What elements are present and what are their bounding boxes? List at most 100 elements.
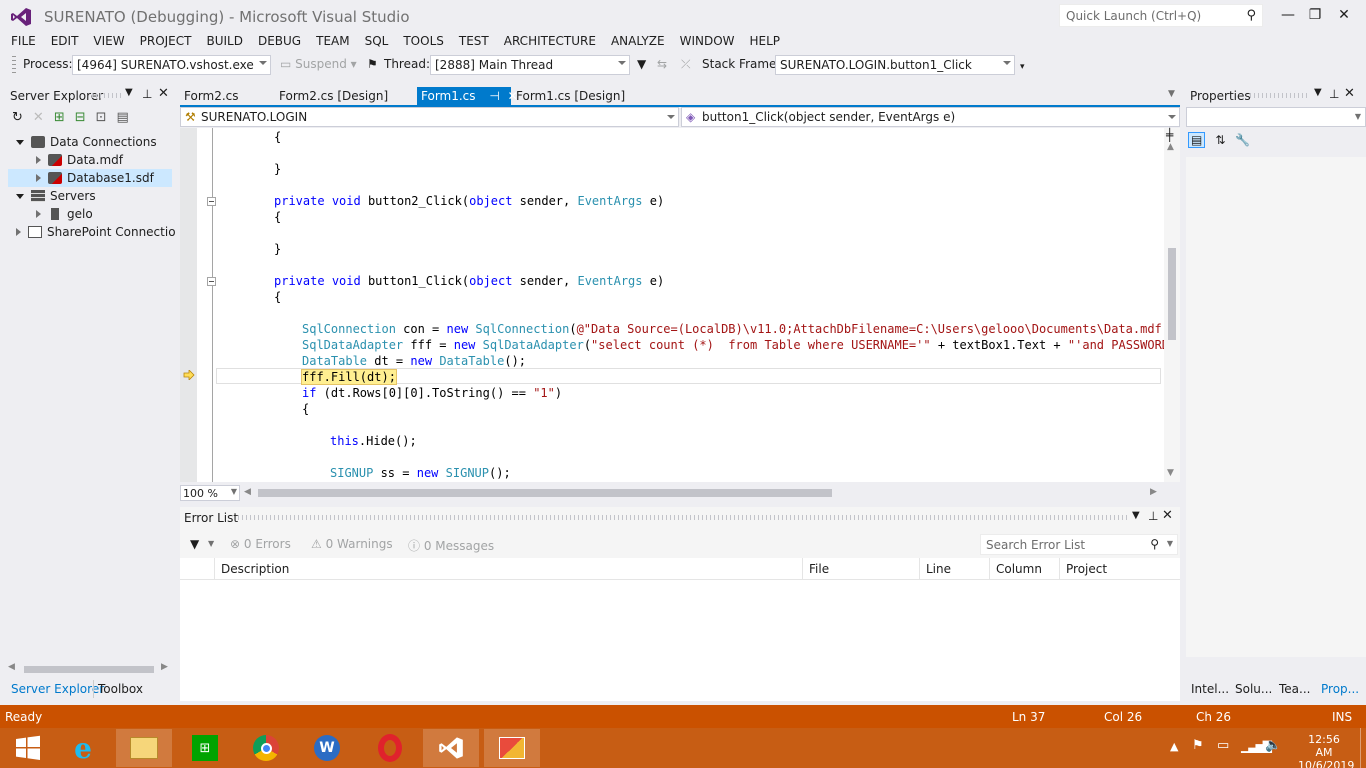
code-line[interactable]: } (274, 242, 281, 256)
close-icon[interactable]: ✕ (158, 86, 169, 101)
close-icon[interactable]: ✕ (1162, 508, 1173, 523)
scroll-thumb[interactable] (1168, 248, 1176, 340)
menu-help[interactable]: HELP (750, 34, 781, 48)
menu-view[interactable]: VIEW (93, 34, 124, 48)
code-line[interactable]: private void button1_Click(object sender… (274, 274, 664, 288)
code-line[interactable]: SqlDataAdapter fff = new SqlDataAdapter(… (302, 338, 1165, 352)
properties-object-combo[interactable]: ▼ (1186, 107, 1366, 127)
scroll-right-icon[interactable]: ▶ (1150, 487, 1157, 497)
stack-frame-combo[interactable]: SURENATO.LOGIN.button1_Click (775, 55, 1015, 75)
menu-debug[interactable]: DEBUG (258, 34, 301, 48)
tab-form1-cs[interactable]: Form1.cs ⊣ ✕ (417, 87, 518, 105)
scroll-thumb[interactable] (24, 666, 154, 673)
tab-solution-explorer[interactable]: Solu... (1235, 682, 1272, 696)
tab-toolbox[interactable]: Toolbox (98, 682, 143, 696)
file-explorer-taskbar-icon[interactable] (116, 729, 172, 767)
menu-test[interactable]: TEST (459, 34, 489, 48)
scroll-up-icon[interactable]: ▲ (1167, 142, 1174, 152)
code-line[interactable]: { (302, 402, 309, 416)
menu-sql[interactable]: SQL (365, 34, 389, 48)
property-pages-icon[interactable]: 🔧 (1235, 133, 1250, 147)
menu-team[interactable]: TEAM (316, 34, 349, 48)
menu-analyze[interactable]: ANALYZE (611, 34, 665, 48)
scroll-left-icon[interactable]: ◀ (8, 662, 15, 672)
column-project[interactable]: Project (1059, 558, 1180, 580)
network-screen-icon[interactable]: ▭ (1217, 738, 1229, 753)
show-hidden-icons[interactable]: ▲ (1170, 740, 1178, 753)
show-desktop-button[interactable] (1360, 728, 1366, 768)
start-button[interactable] (0, 729, 56, 767)
tree-item-sharepoint[interactable]: SharePoint Connectio (16, 223, 176, 241)
search-error-list-input[interactable]: Search Error List ⚲ ▼ (980, 534, 1178, 555)
column-line[interactable]: Line (919, 558, 989, 580)
categorized-icon[interactable]: ▤ (1188, 132, 1206, 148)
collapse-region-icon[interactable] (207, 277, 216, 286)
chrome-taskbar-icon[interactable] (238, 729, 294, 767)
code-line[interactable]: { (274, 290, 281, 304)
refresh-icon[interactable]: ↻ (12, 110, 23, 125)
visual-studio-taskbar-icon[interactable] (423, 729, 479, 767)
code-line[interactable]: { (274, 130, 281, 144)
tab-form2-design[interactable]: Form2.cs [Design] (275, 87, 392, 105)
properties-icon[interactable]: ▤ (117, 110, 129, 125)
internet-explorer-taskbar-icon[interactable]: e (55, 729, 111, 767)
thread-combo[interactable]: [2888] Main Thread (430, 55, 630, 75)
scroll-left-icon[interactable]: ◀ (244, 487, 251, 497)
pin-icon[interactable]: ⊥ (1329, 87, 1339, 101)
alphabetical-icon[interactable]: ⇅ (1215, 133, 1225, 147)
panel-dropdown-icon[interactable]: ▼ (1132, 510, 1140, 521)
quick-launch-input[interactable]: Quick Launch (Ctrl+Q) ⚲ (1059, 4, 1263, 27)
code-line[interactable]: } (274, 162, 281, 176)
menu-window[interactable]: WINDOW (680, 34, 735, 48)
tab-team-explorer[interactable]: Tea... (1279, 682, 1310, 696)
toolbar-overflow-icon[interactable]: ▾ (1020, 62, 1025, 72)
current-code-line[interactable]: fff.Fill(dt); (301, 369, 397, 385)
tree-item-database1-sdf[interactable]: Database1.sdf (36, 169, 154, 187)
tree-item-data-mdf[interactable]: Data.mdf (36, 151, 123, 169)
menu-project[interactable]: PROJECT (140, 34, 192, 48)
menu-edit[interactable]: EDIT (51, 34, 79, 48)
class-navigation-combo[interactable]: ⚒ SURENATO.LOGIN (180, 107, 679, 127)
opera-taskbar-icon[interactable] (362, 729, 418, 767)
code-line[interactable]: SIGNUP ss = new SIGNUP(); (330, 466, 511, 480)
tab-overflow-icon[interactable]: ▼ (1168, 89, 1175, 99)
messages-filter-button[interactable]: ⓘ 0 Messages (408, 537, 494, 554)
thread-flag-icon[interactable]: ⚑ (367, 57, 378, 71)
sharepoint-connect-icon[interactable]: ⊡ (96, 110, 107, 125)
close-window-button[interactable]: ✕ (1331, 4, 1357, 26)
code-line[interactable]: DataTable dt = new DataTable(); (302, 354, 526, 368)
code-line[interactable]: SqlConnection con = new SqlConnection(@"… (302, 322, 1165, 336)
member-navigation-combo[interactable]: ◈ button1_Click(object sender, EventArgs… (681, 107, 1180, 127)
code-line[interactable]: { (274, 210, 281, 224)
scroll-right-icon[interactable]: ▶ (161, 662, 168, 672)
store-taskbar-icon[interactable]: ⊞ (177, 729, 233, 767)
pin-icon[interactable]: ⊥ (142, 87, 152, 101)
code-line[interactable]: if (dt.Rows[0][0].ToString() == "1") (302, 386, 562, 400)
panel-dropdown-icon[interactable]: ▼ (125, 87, 133, 98)
volume-icon[interactable]: 🔈 (1265, 738, 1281, 753)
tree-item-data-connections[interactable]: Data Connections (16, 133, 157, 151)
process-combo[interactable]: [4964] SURENATO.vshost.exe (72, 55, 271, 75)
menu-build[interactable]: BUILD (206, 34, 242, 48)
wps-taskbar-icon[interactable]: W (299, 729, 355, 767)
stop-icon[interactable]: ✕ (33, 110, 44, 125)
code-editor[interactable]: {} private void button2_Click(object send… (180, 128, 1165, 482)
warnings-filter-button[interactable]: ⚠ 0 Warnings (311, 537, 393, 551)
tree-item-gelo[interactable]: gelo (36, 205, 93, 223)
tab-server-explorer[interactable]: Server Explorer (11, 682, 104, 696)
pin-icon[interactable]: ⊥ (1148, 509, 1158, 523)
scroll-thumb[interactable] (258, 489, 832, 497)
column-column[interactable]: Column (989, 558, 1059, 580)
server-explorer-hscroll[interactable]: ◀ ▶ (8, 662, 172, 676)
toolbar-grip[interactable] (12, 56, 16, 74)
connect-server-icon[interactable]: ⊟ (75, 110, 86, 125)
panel-dropdown-icon[interactable]: ▼ (1314, 87, 1322, 98)
code-line[interactable]: this.Hide(); (330, 434, 417, 448)
collapse-region-icon[interactable] (207, 197, 216, 206)
chevron-down-icon[interactable]: ▼ (208, 539, 214, 548)
tab-form1-design[interactable]: Form1.cs [Design] (512, 87, 629, 105)
threads-icon[interactable]: ⇆ (657, 57, 667, 71)
menu-tools[interactable]: TOOLS (403, 34, 444, 48)
tree-item-servers[interactable]: Servers (16, 187, 96, 205)
tab-properties[interactable]: Prop... (1321, 682, 1359, 696)
